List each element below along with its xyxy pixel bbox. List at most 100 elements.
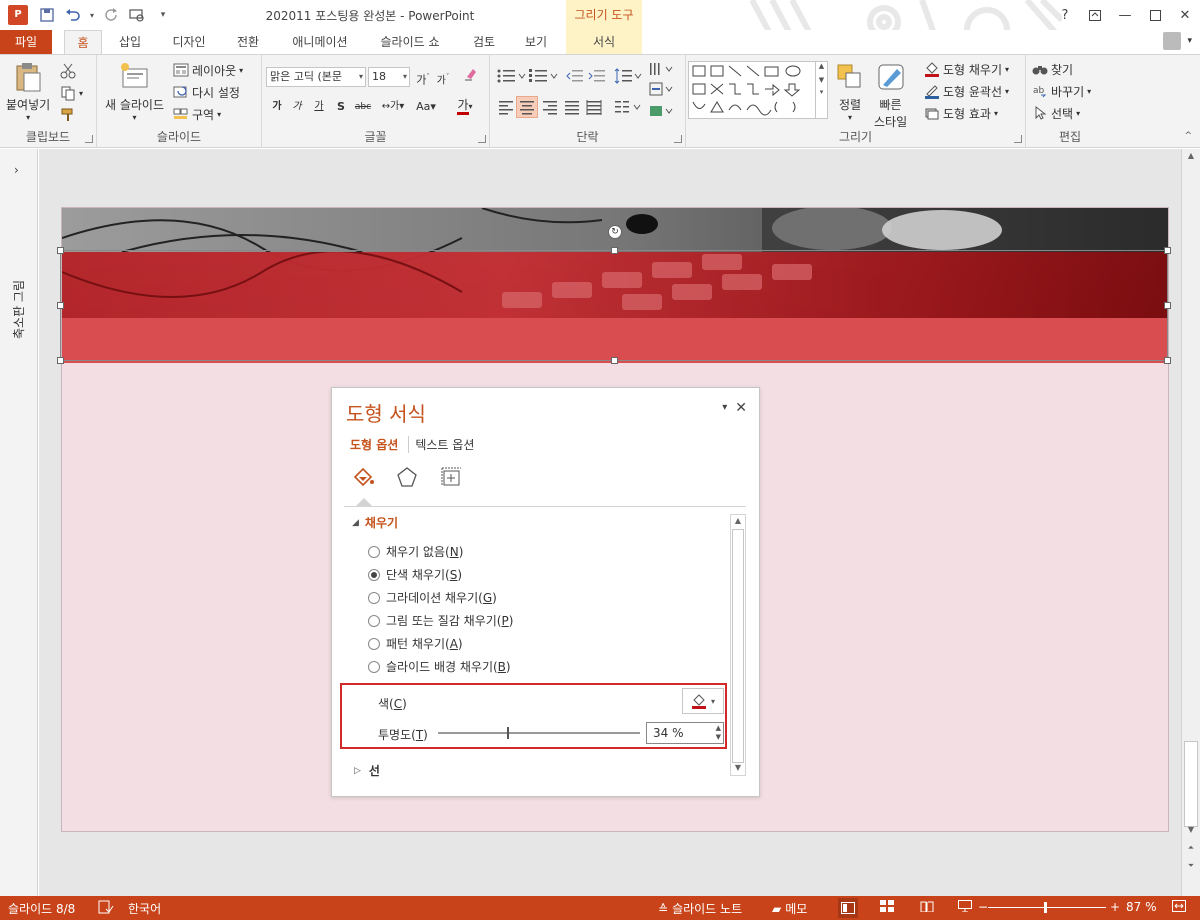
- shapes-gallery[interactable]: ▲ ▼ ▾: [688, 61, 828, 119]
- slide-sorter-view-icon[interactable]: [880, 900, 894, 912]
- next-slide-icon[interactable]: ⏷: [1182, 861, 1200, 871]
- paste-button[interactable]: 붙여넣기 ▾: [6, 61, 50, 122]
- tab-animations[interactable]: 애니메이션: [282, 30, 358, 54]
- scroll-down-icon[interactable]: ▼: [1182, 825, 1200, 834]
- shape-effects-button[interactable]: 도형 효과 ▾: [924, 103, 998, 123]
- close-icon[interactable]: ✕: [1170, 0, 1200, 30]
- scroll-thumb[interactable]: [1184, 741, 1198, 827]
- character-spacing-icon[interactable]: ↔가▾: [378, 97, 408, 117]
- radio-no-fill[interactable]: 채우기 없음(N): [368, 543, 463, 560]
- tab-review[interactable]: 검토: [464, 30, 504, 54]
- pane-scroll-up-icon[interactable]: ▲: [731, 516, 745, 525]
- fit-to-window-icon[interactable]: [1172, 900, 1186, 912]
- font-name-dropdown-icon[interactable]: ▾: [359, 68, 363, 86]
- tab-view[interactable]: 보기: [516, 30, 556, 54]
- radio-slide-background-fill-circle[interactable]: [368, 660, 380, 673]
- reset-button[interactable]: 다시 설정: [173, 82, 240, 102]
- radio-slide-background-fill[interactable]: 슬라이드 배경 채우기(B): [368, 658, 511, 675]
- maximize-icon[interactable]: [1140, 0, 1170, 30]
- cut-button[interactable]: [60, 61, 76, 81]
- tab-design[interactable]: 디자인: [164, 30, 214, 54]
- layout-button[interactable]: 레이아웃 ▾: [173, 60, 243, 80]
- zoom-slider-knob[interactable]: [1044, 902, 1047, 913]
- zoom-in-icon[interactable]: +: [1110, 900, 1120, 914]
- new-slide-button[interactable]: 새 슬라이드 ▾: [105, 61, 164, 122]
- text-shadow-icon[interactable]: S: [332, 97, 350, 117]
- radio-pattern-fill[interactable]: 패턴 채우기(A): [368, 635, 463, 652]
- increase-font-size-icon[interactable]: 가ˆ: [414, 67, 432, 87]
- select-button[interactable]: 선택 ▾: [1032, 103, 1080, 123]
- format-painter-button[interactable]: [60, 105, 76, 125]
- zoom-out-icon[interactable]: −: [978, 900, 988, 914]
- distributed-icon[interactable]: [586, 99, 602, 115]
- columns-icon[interactable]: [614, 99, 642, 115]
- radio-pattern-fill-circle[interactable]: [368, 637, 380, 650]
- slideshow-view-icon[interactable]: [958, 900, 972, 912]
- increase-indent-icon[interactable]: [588, 68, 606, 84]
- size-and-properties-icon[interactable]: [438, 464, 464, 490]
- arrange-button[interactable]: 정렬 ▾: [834, 61, 866, 122]
- font-size-dropdown-icon[interactable]: ▾: [403, 68, 407, 86]
- font-color-icon[interactable]: 가▾: [450, 95, 480, 115]
- section-button[interactable]: 구역 ▾: [173, 104, 221, 124]
- spinner-arrows-icon[interactable]: ▲ ▼: [716, 724, 721, 742]
- bold-icon[interactable]: 가: [268, 97, 286, 117]
- copy-button[interactable]: ▾: [60, 83, 83, 103]
- thumbnails-label[interactable]: 축소판 그림: [10, 280, 27, 339]
- bullets-icon[interactable]: [496, 68, 526, 84]
- line-section-header[interactable]: ▷ 선: [354, 762, 380, 779]
- tab-file[interactable]: 파일: [0, 30, 52, 54]
- reading-view-icon[interactable]: [920, 900, 934, 912]
- tab-format[interactable]: 서식: [566, 30, 642, 54]
- pane-options-dropdown-icon[interactable]: ▾: [722, 400, 727, 416]
- paragraph-launcher-icon[interactable]: [674, 135, 682, 143]
- drawing-launcher-icon[interactable]: [1014, 135, 1022, 143]
- pane-scroll-down-icon[interactable]: ▼: [731, 763, 745, 772]
- convert-to-smartart-icon[interactable]: [648, 103, 674, 119]
- tab-shape-options[interactable]: 도형 옵션: [350, 436, 398, 453]
- radio-solid-fill[interactable]: 단색 채우기(S): [368, 566, 462, 583]
- ribbon-display-options-icon[interactable]: [1080, 0, 1110, 30]
- strikethrough-icon[interactable]: abc: [354, 97, 372, 117]
- align-right-icon[interactable]: [542, 99, 558, 115]
- previous-slide-icon[interactable]: ⏶: [1182, 843, 1200, 853]
- zoom-slider[interactable]: [988, 902, 1106, 913]
- justify-icon[interactable]: [564, 99, 580, 115]
- radio-picture-fill-circle[interactable]: [368, 614, 380, 627]
- font-size-combo[interactable]: 18 ▾: [368, 67, 410, 87]
- tab-transitions[interactable]: 전환: [228, 30, 268, 54]
- normal-view-icon[interactable]: [838, 898, 858, 918]
- band-shape[interactable]: [62, 318, 1168, 363]
- radio-no-fill-circle[interactable]: [368, 545, 380, 558]
- align-left-icon[interactable]: [498, 99, 514, 115]
- font-launcher-icon[interactable]: [478, 135, 486, 143]
- radio-gradient-fill[interactable]: 그라데이션 채우기(G): [368, 589, 497, 606]
- fill-color-button[interactable]: ▾: [682, 688, 724, 714]
- notes-button[interactable]: ≙ 슬라이드 노트: [658, 900, 742, 917]
- effects-icon[interactable]: [394, 464, 420, 490]
- quick-styles-button[interactable]: 빠른 스타일: [874, 61, 907, 130]
- language-indicator[interactable]: 한국어: [128, 900, 161, 917]
- gallery-scrollbar[interactable]: ▲ ▼ ▾: [815, 62, 827, 118]
- radio-gradient-fill-circle[interactable]: [368, 591, 380, 604]
- underline-icon[interactable]: 가: [310, 97, 328, 117]
- zoom-level[interactable]: 87 %: [1126, 900, 1157, 914]
- line-spacing-icon[interactable]: [614, 68, 642, 84]
- user-account[interactable]: ▾: [1163, 32, 1192, 50]
- collapse-ribbon-icon[interactable]: ^: [1184, 131, 1192, 141]
- radio-picture-fill[interactable]: 그림 또는 질감 채우기(P): [368, 612, 513, 629]
- minimize-icon[interactable]: —: [1110, 0, 1140, 30]
- change-case-icon[interactable]: Aa▾: [412, 97, 440, 117]
- scroll-up-icon[interactable]: ▲: [1182, 151, 1200, 160]
- replace-button[interactable]: ab 바꾸기 ▾: [1032, 81, 1091, 101]
- tab-insert[interactable]: 삽입: [110, 30, 150, 54]
- transparency-slider[interactable]: [438, 727, 640, 739]
- numbering-icon[interactable]: [528, 68, 558, 84]
- pane-scrollbar[interactable]: ▲ ▼: [730, 514, 746, 776]
- pane-close-icon[interactable]: ✕: [735, 400, 747, 416]
- tab-slideshow[interactable]: 슬라이드 쇼: [370, 30, 450, 54]
- vertical-scrollbar[interactable]: ▲ ▼ ⏶ ⏷: [1181, 149, 1200, 896]
- clipboard-launcher-icon[interactable]: [85, 135, 93, 143]
- pane-scroll-thumb[interactable]: [732, 529, 744, 763]
- comments-button[interactable]: ▰ 메모: [772, 900, 807, 917]
